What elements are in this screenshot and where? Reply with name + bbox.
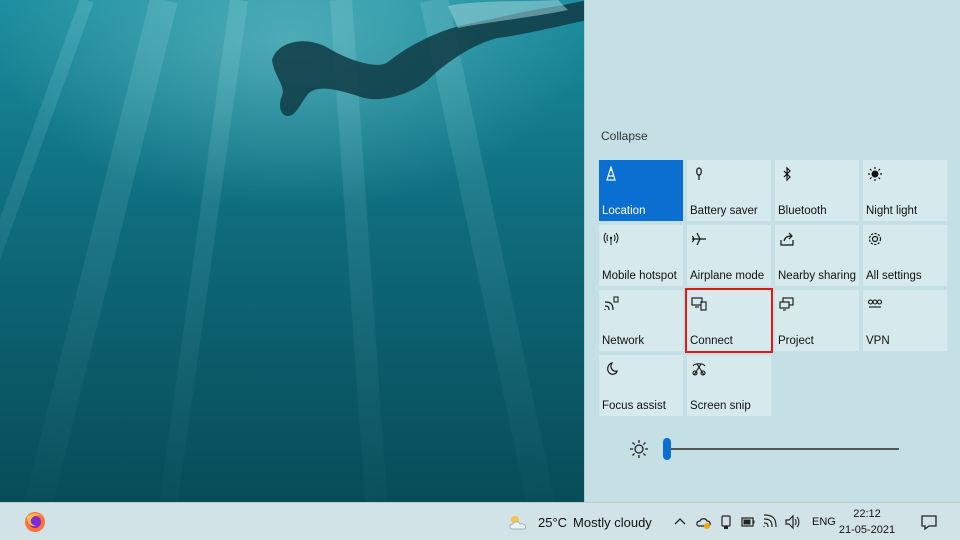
brightness-slider-thumb[interactable] bbox=[663, 438, 671, 460]
screen-snip-icon bbox=[692, 363, 706, 376]
tile-label: Mobile hotspot bbox=[602, 270, 677, 282]
tile-mobile-hotspot[interactable]: Mobile hotspot bbox=[599, 225, 683, 286]
tile-screen-snip[interactable]: Screen snip bbox=[687, 355, 771, 416]
action-center-panel: Collapse Location Battery saver Bluetoot… bbox=[584, 0, 960, 502]
weather-condition: Mostly cloudy bbox=[573, 514, 652, 530]
moon-icon bbox=[607, 362, 618, 375]
wifi-icon[interactable] bbox=[762, 514, 778, 530]
tile-label: Project bbox=[778, 335, 814, 347]
tile-network[interactable]: Network bbox=[599, 290, 683, 351]
tile-label: Bluetooth bbox=[778, 205, 827, 217]
tile-label: Network bbox=[602, 335, 645, 347]
brightness-icon bbox=[630, 440, 648, 458]
chevron-up-icon[interactable] bbox=[672, 514, 688, 530]
tile-label: Connect bbox=[690, 335, 733, 347]
bluetooth-icon bbox=[783, 166, 791, 182]
light-ray bbox=[14, 0, 178, 502]
connect-icon bbox=[691, 297, 707, 311]
airplane-icon bbox=[691, 232, 706, 246]
tile-project[interactable]: Project bbox=[775, 290, 859, 351]
language-indicator[interactable]: ENG bbox=[812, 516, 836, 528]
night-light-icon bbox=[868, 167, 882, 181]
network-icon bbox=[604, 296, 619, 311]
tile-label: Nearby sharing bbox=[778, 270, 856, 282]
tile-label: All settings bbox=[866, 270, 922, 282]
tile-night-light[interactable]: Night light bbox=[863, 160, 947, 221]
tile-label: Screen snip bbox=[690, 400, 751, 412]
weather-widget[interactable]: 25°C Mostly cloudy bbox=[506, 503, 652, 540]
battery-saver-icon bbox=[696, 167, 702, 180]
tile-bluetooth[interactable]: Bluetooth bbox=[775, 160, 859, 221]
onedrive-sync-icon[interactable] bbox=[696, 514, 712, 530]
tile-all-settings[interactable]: All settings bbox=[863, 225, 947, 286]
system-tray bbox=[672, 503, 800, 540]
speaker-icon[interactable] bbox=[784, 514, 800, 530]
nearby-sharing-icon bbox=[780, 232, 794, 246]
tile-location[interactable]: Location bbox=[599, 160, 683, 221]
tile-focus-assist[interactable]: Focus assist bbox=[599, 355, 683, 416]
mobile-hotspot-icon bbox=[603, 232, 619, 245]
weather-temperature: 25°C bbox=[538, 514, 568, 530]
collapse-link[interactable]: Collapse bbox=[601, 129, 648, 143]
clock-time: 22:12 bbox=[853, 508, 881, 520]
tile-label: Battery saver bbox=[690, 205, 758, 217]
notification-icon[interactable] bbox=[920, 513, 938, 531]
tile-airplane-mode[interactable]: Airplane mode bbox=[687, 225, 771, 286]
tile-label: VPN bbox=[866, 335, 890, 347]
battery-icon[interactable] bbox=[740, 514, 756, 530]
tile-connect[interactable]: Connect bbox=[685, 288, 773, 353]
vpn-icon bbox=[867, 299, 883, 308]
tile-label: Location bbox=[602, 205, 646, 217]
usb-device-icon[interactable] bbox=[718, 514, 734, 530]
tile-label: Night light bbox=[866, 205, 918, 217]
tile-battery-saver[interactable]: Battery saver bbox=[687, 160, 771, 221]
partly-cloudy-icon bbox=[509, 516, 527, 530]
project-icon bbox=[779, 297, 794, 311]
clock-date: 21-05-2021 bbox=[838, 524, 896, 536]
taskbar: 25°C Mostly cloudy ENG 22:12 21-05-2021 bbox=[0, 502, 960, 540]
tile-nearby-sharing[interactable]: Nearby sharing bbox=[775, 225, 859, 286]
swimmer-silhouette bbox=[272, 0, 588, 116]
tile-vpn[interactable]: VPN bbox=[863, 290, 947, 351]
firefox-icon[interactable] bbox=[24, 511, 46, 533]
brightness-slider-track[interactable] bbox=[665, 448, 899, 450]
gear-icon bbox=[868, 232, 882, 246]
tile-label: Airplane mode bbox=[690, 270, 765, 282]
tile-label: Focus assist bbox=[602, 400, 666, 412]
light-ray bbox=[152, 0, 248, 502]
location-icon bbox=[606, 166, 616, 181]
clock[interactable]: 22:12 21-05-2021 bbox=[838, 506, 896, 538]
